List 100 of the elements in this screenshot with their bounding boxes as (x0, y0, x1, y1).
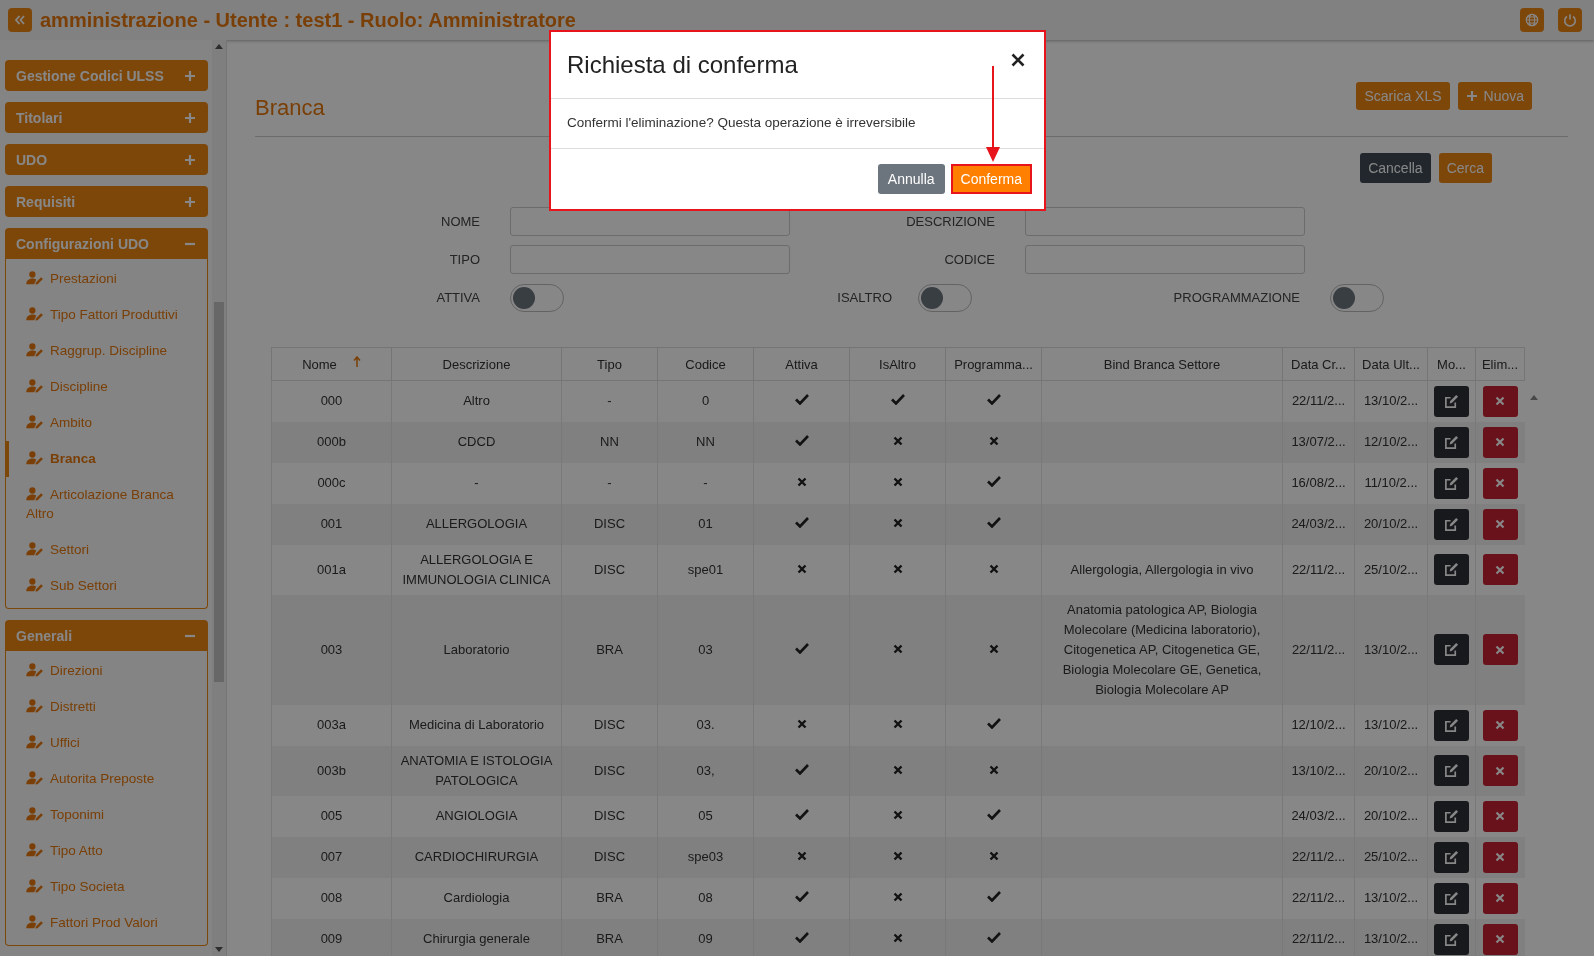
toggle-switch[interactable] (510, 283, 564, 312)
table-cell: 09 (657, 918, 754, 956)
table-cell: 22/11/2... (1291, 849, 1346, 864)
plus-icon (184, 195, 196, 208)
delete-button[interactable] (1482, 709, 1518, 741)
input-field[interactable] (510, 245, 790, 274)
delete-button[interactable] (1482, 426, 1518, 458)
edit-button[interactable] (1434, 634, 1469, 665)
table-cell: 03. (657, 704, 754, 746)
cancel-button[interactable]: Annulla (877, 164, 945, 194)
menu-group-header[interactable]: UDO (5, 144, 208, 175)
user-edit-icon (26, 843, 44, 857)
clear-button[interactable]: Cancella (1360, 153, 1431, 183)
new-button[interactable]: Nuova (1457, 82, 1532, 110)
column-header[interactable]: Codice (657, 347, 754, 381)
edit-button[interactable] (1434, 426, 1469, 458)
input-field[interactable] (1025, 245, 1305, 274)
close-icon (1495, 811, 1506, 821)
column-header[interactable]: Programma... (945, 347, 1042, 381)
column-header[interactable]: Tipo (561, 347, 658, 381)
sidebar-item[interactable]: Settori (6, 532, 207, 568)
delete-button[interactable] (1482, 882, 1518, 914)
sidebar-item[interactable]: Tipo Societa (6, 869, 207, 905)
column-header[interactable]: IsAltro (849, 347, 946, 381)
user-edit-icon (26, 415, 44, 429)
user-edit-icon (26, 451, 44, 465)
column-header[interactable]: Descrizione (391, 347, 562, 381)
toggle-label: ATTIVA (435, 290, 480, 305)
toggle-label: PROGRAMMAZIONE (1172, 290, 1300, 305)
sidebar-item[interactable]: Tipo Fattori Produttivi (6, 297, 207, 333)
edit-button[interactable] (1434, 508, 1469, 540)
column-header[interactable]: Attiva (753, 347, 850, 381)
toggle-switch[interactable] (918, 283, 972, 312)
edit-button[interactable] (1434, 385, 1469, 417)
sidebar-item[interactable]: Articolazione Branca Altro (6, 477, 207, 532)
sidebar-item[interactable]: Toponimi (6, 797, 207, 833)
sidebar-item[interactable]: Fattori Prod Valori (6, 905, 207, 941)
table-cell: DISC (561, 795, 658, 837)
scrollbar[interactable] (212, 40, 227, 956)
table-cell: - (391, 462, 562, 504)
delete-button[interactable] (1482, 755, 1518, 786)
scroll-up-icon (215, 44, 223, 49)
language-button[interactable] (1520, 8, 1544, 32)
sidebar-item[interactable]: Direzioni (6, 653, 207, 689)
edit-icon (1444, 763, 1459, 778)
sidebar-item[interactable]: Discipline (6, 369, 207, 405)
delete-button[interactable] (1482, 800, 1518, 832)
edit-button[interactable] (1434, 800, 1469, 832)
sidebar-item[interactable]: Prestazioni (6, 261, 207, 297)
logout-button[interactable] (1558, 8, 1582, 32)
search-button[interactable]: Cerca (1438, 153, 1492, 183)
download-button[interactable]: Scarica XLS (1356, 82, 1450, 110)
edit-button[interactable] (1434, 882, 1469, 914)
sidebar-item[interactable]: Sub Settori (6, 568, 207, 604)
column-header[interactable]: Mo... (1427, 347, 1476, 381)
edit-button[interactable] (1434, 709, 1469, 741)
user-edit-icon (26, 578, 44, 592)
table-cell: DISC (561, 836, 658, 878)
column-header[interactable]: Nome (271, 347, 392, 381)
field-label: CODICE (943, 252, 995, 267)
delete-button[interactable] (1482, 634, 1518, 665)
delete-button[interactable] (1482, 923, 1518, 955)
sidebar-item[interactable]: Autorita Preposte (6, 761, 207, 797)
table-cell: Chirurgia generale (391, 918, 562, 956)
menu-group-header[interactable]: Generali (5, 620, 208, 651)
menu-group-header[interactable]: Requisiti (5, 186, 208, 217)
delete-button[interactable] (1482, 841, 1518, 873)
menu-group-header[interactable]: Configurazioni UDO (5, 228, 208, 259)
edit-button[interactable] (1434, 923, 1469, 955)
edit-icon (1444, 931, 1459, 947)
table-cell: Altro (391, 380, 562, 422)
sidebar-item[interactable]: Tipo Atto (6, 833, 207, 869)
table-cell: 22/11/2... (1291, 393, 1346, 409)
edit-icon (1444, 516, 1459, 532)
sidebar-item[interactable]: Distretti (6, 689, 207, 725)
sidebar-item[interactable]: Branca (6, 441, 207, 477)
edit-button[interactable] (1434, 841, 1469, 873)
menu-group-header[interactable]: Titolari (5, 102, 208, 133)
table-cell: 22/11/2... (1291, 931, 1346, 946)
confirm-button[interactable]: Conferma (950, 164, 1032, 194)
menu-group-header[interactable]: Gestione Codici ULSS (5, 60, 208, 91)
delete-button[interactable] (1482, 554, 1518, 585)
column-header[interactable]: Data Ult... (1354, 347, 1428, 381)
delete-button[interactable] (1482, 508, 1518, 540)
table-cell: 13/10/2... (1363, 641, 1419, 657)
edit-button[interactable] (1434, 467, 1469, 499)
sidebar-item[interactable]: Raggrup. Discipline (6, 333, 207, 369)
edit-button[interactable] (1434, 755, 1469, 786)
sidebar-item[interactable]: Ambito (6, 405, 207, 441)
sidebar-item[interactable]: Uffici (6, 725, 207, 761)
edit-button[interactable] (1434, 554, 1469, 585)
collapse-button[interactable] (8, 8, 32, 32)
column-header[interactable]: Bind Branca Settore (1041, 347, 1283, 381)
toggle-switch[interactable] (1330, 283, 1384, 312)
column-header[interactable]: Elim... (1475, 347, 1525, 381)
delete-button[interactable] (1482, 467, 1518, 499)
input-field[interactable] (1025, 207, 1305, 236)
table-cell: DISC (561, 544, 658, 595)
column-header[interactable]: Data Cr... (1282, 347, 1355, 381)
delete-button[interactable] (1482, 385, 1518, 417)
